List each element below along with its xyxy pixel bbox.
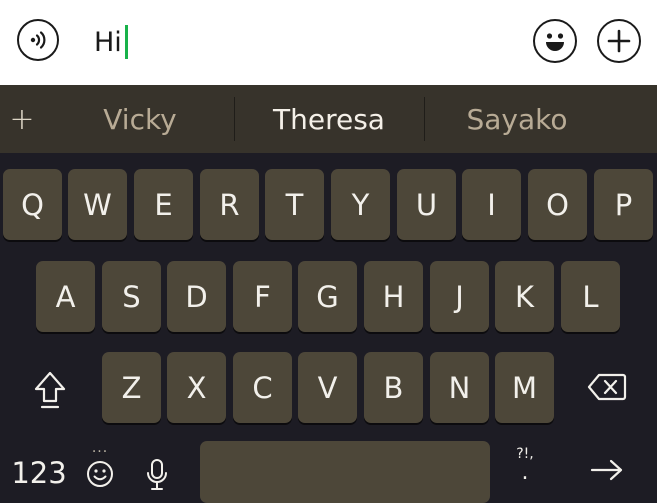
suggestion-item[interactable]: Sayako — [426, 97, 608, 141]
return-key[interactable] — [584, 452, 630, 488]
message-text: Hi — [94, 26, 122, 58]
more-options-indicator: ... — [91, 440, 109, 456]
shift-icon — [34, 371, 66, 409]
audio-message-icon — [30, 31, 46, 49]
key-h[interactable]: H — [364, 261, 423, 332]
key-m[interactable]: M — [495, 352, 554, 423]
key-p[interactable]: P — [594, 169, 653, 240]
emoji-keyboard-key[interactable] — [82, 456, 118, 492]
shift-key[interactable] — [20, 362, 80, 418]
key-c[interactable]: C — [233, 352, 292, 423]
backspace-icon — [587, 373, 627, 401]
plus-icon — [607, 29, 631, 53]
suggestion-plus-button[interactable]: + — [9, 99, 35, 139]
key-s[interactable]: S — [102, 261, 161, 332]
key-a[interactable]: A — [36, 261, 95, 332]
key-b[interactable]: B — [364, 352, 423, 423]
text-caret — [124, 25, 128, 59]
key-v[interactable]: V — [298, 352, 357, 423]
emoji-icon — [87, 461, 113, 487]
key-w[interactable]: W — [68, 169, 127, 240]
emoji-icon — [546, 33, 564, 51]
punctuation-key[interactable]: ?!, . — [505, 445, 545, 495]
key-x[interactable]: X — [167, 352, 226, 423]
key-k[interactable]: K — [495, 261, 554, 332]
key-n[interactable]: N — [430, 352, 489, 423]
key-y[interactable]: Y — [331, 169, 390, 240]
add-attachment-button[interactable] — [597, 19, 641, 63]
suggestion-divider — [424, 97, 425, 141]
suggestion-item-highlighted[interactable]: Theresa — [236, 97, 422, 141]
key-o[interactable]: O — [528, 169, 587, 240]
punctuation-dot: . — [521, 460, 529, 485]
key-r[interactable]: R — [200, 169, 259, 240]
suggestion-item[interactable]: Vicky — [48, 97, 232, 141]
emoji-button[interactable] — [533, 19, 577, 63]
key-e[interactable]: E — [134, 169, 193, 240]
suggestion-divider — [234, 97, 235, 141]
key-u[interactable]: U — [397, 169, 456, 240]
numbers-key[interactable]: 123 — [10, 448, 68, 498]
microphone-icon — [147, 459, 167, 490]
key-t[interactable]: T — [265, 169, 324, 240]
key-q[interactable]: Q — [3, 169, 62, 240]
arrow-right-icon — [590, 459, 623, 481]
suggestion-bar: + Vicky Theresa Sayako — [0, 85, 657, 153]
space-key[interactable] — [200, 441, 490, 503]
key-z[interactable]: Z — [102, 352, 161, 423]
backspace-key[interactable] — [580, 362, 634, 412]
key-f[interactable]: F — [233, 261, 292, 332]
message-text-field[interactable]: Hi — [94, 24, 128, 60]
plus-icon: + — [9, 101, 35, 137]
key-l[interactable]: L — [561, 261, 620, 332]
message-input-bar: Hi — [0, 0, 657, 85]
audio-message-button[interactable] — [17, 19, 59, 61]
key-d[interactable]: D — [167, 261, 226, 332]
key-j[interactable]: J — [430, 261, 489, 332]
key-g[interactable]: G — [298, 261, 357, 332]
dictation-key[interactable] — [142, 454, 172, 496]
key-i[interactable]: I — [462, 169, 521, 240]
